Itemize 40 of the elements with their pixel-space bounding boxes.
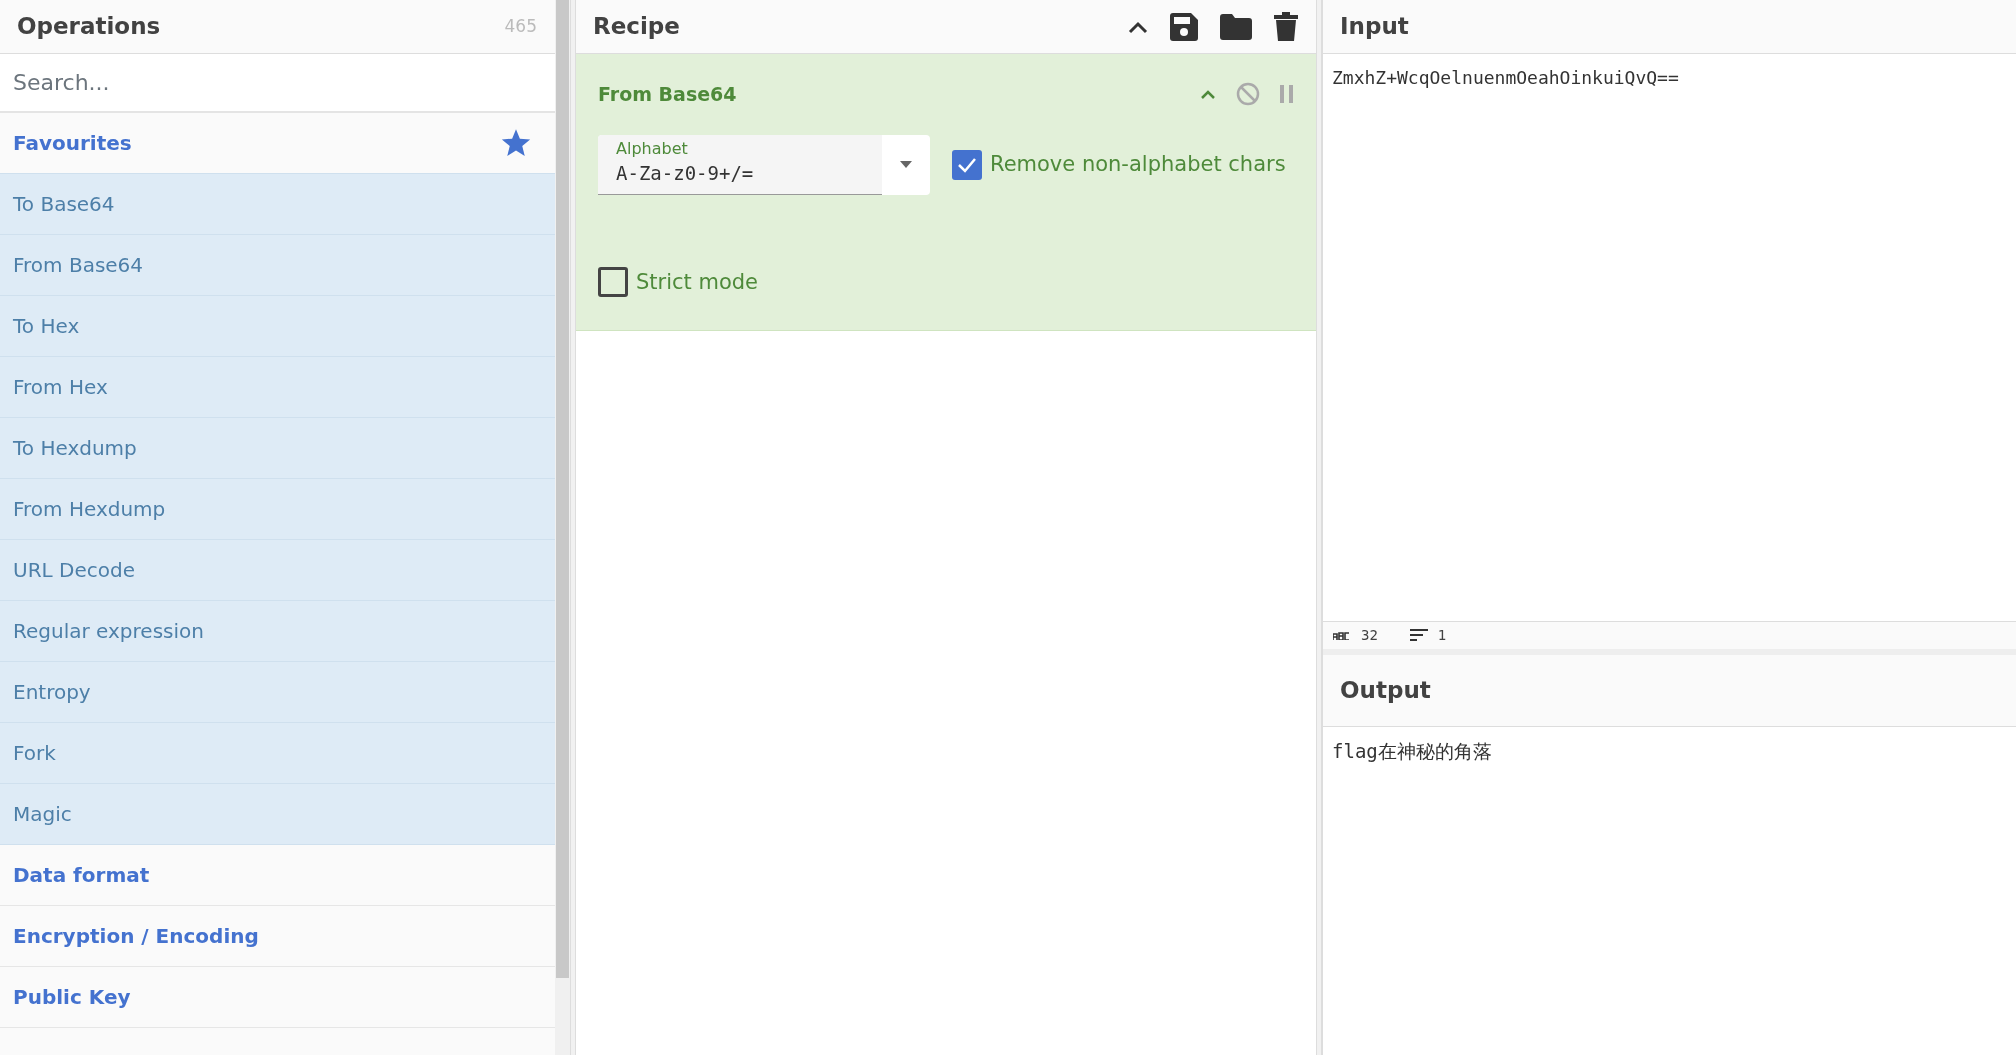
- operation-item[interactable]: From Base64: [0, 235, 555, 296]
- category-header[interactable]: Encryption / Encoding: [0, 906, 555, 967]
- operation-item[interactable]: To Hexdump: [0, 418, 555, 479]
- line-count: 1: [1437, 626, 1447, 645]
- operation-item[interactable]: Entropy: [0, 662, 555, 723]
- panel-title: Input: [1340, 12, 1409, 42]
- operation-item[interactable]: From Hexdump: [0, 479, 555, 540]
- category-header[interactable]: Public Key: [0, 967, 555, 1028]
- checkmark-icon: [957, 156, 977, 173]
- category-header[interactable]: Data format: [0, 845, 555, 906]
- operation-item[interactable]: Regular expression: [0, 601, 555, 662]
- operation-item[interactable]: Magic: [0, 784, 555, 845]
- checkbox-option[interactable]: Strict mode: [598, 266, 759, 298]
- caret-down-icon: [900, 161, 912, 168]
- lines-icon: [1409, 629, 1428, 642]
- search-field[interactable]: Search...: [0, 54, 555, 113]
- panel-title: Operations: [17, 12, 161, 42]
- panel-title: Recipe: [593, 12, 680, 42]
- character-count: 32: [1361, 626, 1378, 645]
- abc-icon: [1333, 631, 1351, 640]
- operation-item[interactable]: To Hex: [0, 296, 555, 357]
- chevron-up-icon[interactable]: [1128, 19, 1148, 34]
- save-icon[interactable]: [1170, 12, 1198, 41]
- scrollbar-thumb[interactable]: [556, 0, 569, 978]
- folder-icon[interactable]: [1220, 13, 1252, 40]
- operation-item[interactable]: To Base64: [0, 174, 555, 235]
- panel-title: Output: [1340, 676, 1431, 706]
- checkbox-option[interactable]: Remove non-alphabet chars: [952, 148, 1286, 181]
- star-icon: [501, 128, 531, 158]
- operation-item[interactable]: From Hex: [0, 357, 555, 418]
- trash-icon[interactable]: [1274, 12, 1298, 41]
- alphabet-dropdown[interactable]: Alphabet A-Za-z0-9+/=: [598, 134, 930, 195]
- checkbox[interactable]: [598, 267, 628, 298]
- operation-count: 465: [504, 14, 537, 38]
- operation-item[interactable]: Fork: [0, 723, 555, 784]
- input-text[interactable]: ZmxhZ+WcqOelnuenmOeahOinkuiQvQ==: [1323, 54, 2016, 101]
- output-text: flag在神秘的角落: [1331, 739, 1493, 764]
- operation-item[interactable]: URL Decode: [0, 540, 555, 601]
- checkbox[interactable]: [952, 149, 982, 180]
- operation-title: From Base64: [598, 82, 737, 107]
